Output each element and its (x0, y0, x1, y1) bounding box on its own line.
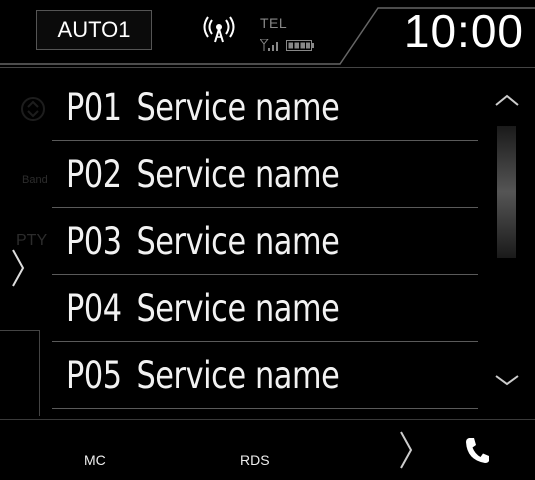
preset-row-p01[interactable]: P01 Service name (52, 74, 478, 141)
preset-number: P01 (66, 85, 122, 129)
preset-number: P02 (66, 152, 122, 196)
scrollbar[interactable] (497, 126, 516, 258)
phone-icon[interactable] (464, 436, 490, 464)
preset-row-p03[interactable]: P03 Service name (52, 208, 478, 275)
preset-list: P01 Service name P02 Service name P03 Servi… (52, 74, 478, 414)
battery-icon (286, 40, 314, 51)
preset-service-name: Service name (136, 353, 340, 397)
preset-row-p05[interactable]: P05 Service name (52, 342, 478, 409)
rds-button[interactable]: RDS (240, 452, 270, 468)
source-label: AUTO1 (57, 17, 131, 42)
signal-icon (260, 39, 278, 51)
tel-label: TEL (260, 15, 288, 31)
scroll-up-icon[interactable] (494, 92, 520, 108)
preset-row-text: P01 Service name (66, 85, 340, 129)
preset-number: P05 (66, 353, 122, 397)
footer: MC RDS (0, 420, 535, 480)
header-divider (0, 67, 535, 68)
preset-service-name: Service name (136, 286, 340, 330)
side-frame-decoration (0, 330, 40, 416)
broadcast-icon (203, 16, 235, 43)
header: AUTO1 TEL 10:00 (0, 0, 535, 68)
band-ghost-label: Band (22, 174, 48, 186)
preset-service-name: Service name (136, 85, 340, 129)
preset-number: P03 (66, 219, 122, 263)
side-panel: Band PTY (0, 68, 52, 420)
updown-icon (21, 97, 45, 121)
preset-service-name: Service name (136, 219, 340, 263)
preset-row-p04[interactable]: P04 Service name (52, 275, 478, 342)
chevron-right-icon[interactable] (398, 430, 414, 470)
preset-row-p02[interactable]: P02 Service name (52, 141, 478, 208)
source-button[interactable]: AUTO1 (36, 10, 152, 50)
preset-number: P04 (66, 286, 122, 330)
preset-service-name: Service name (136, 152, 340, 196)
clock: 10:00 (403, 5, 524, 57)
scroll-down-icon[interactable] (494, 372, 520, 388)
mc-button[interactable]: MC (84, 452, 106, 468)
preset-row-text: P05 Service name (66, 353, 340, 397)
preset-row-text: P04 Service name (66, 286, 340, 330)
preset-row-text: P02 Service name (66, 152, 340, 196)
preset-row-text: P03 Service name (66, 219, 340, 263)
chevron-right-icon[interactable] (8, 248, 28, 288)
